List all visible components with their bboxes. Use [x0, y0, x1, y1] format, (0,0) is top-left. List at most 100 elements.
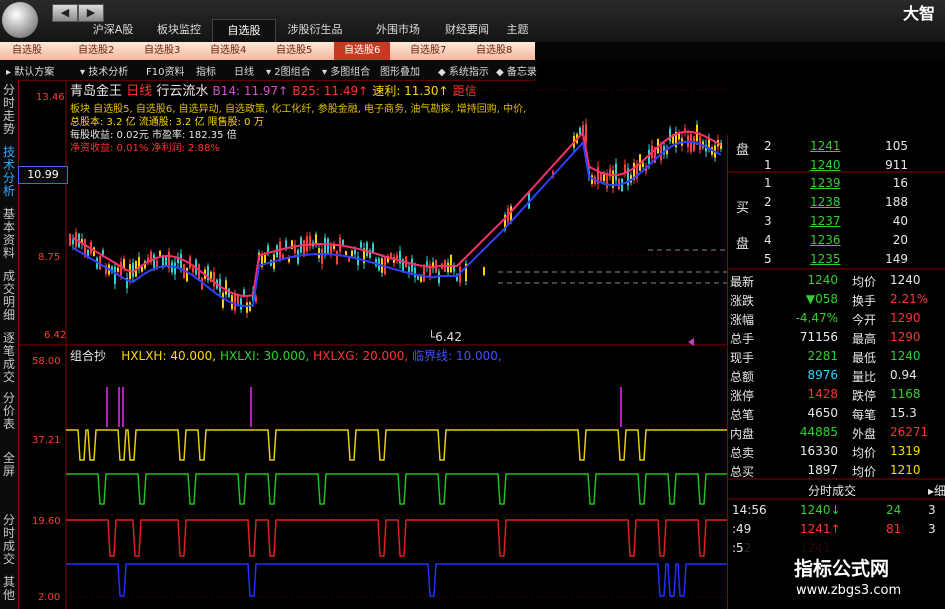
- stock-name: 青岛金王: [70, 84, 123, 99]
- rail-fundamentals[interactable]: 基本资料: [1, 208, 17, 260]
- quote-label-2: 最低: [852, 351, 877, 365]
- candle-body: [243, 289, 245, 296]
- tool-multi-chart[interactable]: ▾ 多图组合: [322, 63, 370, 78]
- bid-volume: 16: [892, 176, 908, 190]
- bid-volume: 188: [885, 195, 908, 209]
- quote-value: -4.47%: [795, 311, 838, 325]
- tick-count: 3: [928, 522, 936, 536]
- signal-bar: [620, 387, 622, 427]
- quote-label-2: 今开: [852, 313, 877, 327]
- quote-label: 内盘: [730, 427, 755, 441]
- tool-memo[interactable]: ◆ 备忘录: [496, 63, 537, 78]
- watchlist-item-7[interactable]: 自选股7: [410, 42, 446, 60]
- tool-2-chart[interactable]: ▾ 2图组合: [266, 63, 311, 78]
- bid-level: 2: [764, 195, 772, 209]
- tool-f10[interactable]: F10资料: [146, 63, 184, 78]
- tool-system-indicator[interactable]: ◆ 系统指示: [438, 63, 489, 78]
- candle-body: [255, 296, 257, 302]
- tick-expand-button[interactable]: ▸细: [928, 482, 945, 499]
- signal-bar: [122, 387, 124, 427]
- tool-indicator[interactable]: 指标: [196, 63, 216, 78]
- tab-derivatives[interactable]: 涉股衍生品: [274, 19, 356, 41]
- tick-title[interactable]: 分时成交: [808, 482, 856, 499]
- candle-body: [414, 267, 416, 278]
- brand-name: 大智: [902, 4, 935, 23]
- left-rail: 分时走势 技术分析 基本资料 成交明细 逐笔成交 分价表 全屏 分时成交 其他: [0, 80, 19, 609]
- bid-price[interactable]: 1235: [810, 252, 841, 266]
- bid-price[interactable]: 1237: [810, 214, 841, 228]
- ask-volume: 105: [885, 139, 908, 153]
- watermark-title: 指标公式网: [794, 558, 890, 580]
- candle-body: [354, 249, 356, 255]
- candle-body: [198, 264, 200, 280]
- candle-body: [603, 174, 605, 182]
- rail-tech-analysis[interactable]: 技术分析: [1, 146, 17, 198]
- candle-body: [438, 271, 440, 284]
- tab-themes[interactable]: 主题: [500, 19, 535, 41]
- bid-volume: 149: [885, 252, 908, 266]
- watchlist-item-8[interactable]: 自选股8: [476, 42, 512, 60]
- candle-body: [192, 267, 194, 273]
- quote-value-2: 1290: [890, 330, 921, 344]
- bid-side-label-1: 买: [736, 201, 750, 216]
- tick-time: :49: [732, 522, 752, 536]
- indicator-step-line: [66, 563, 727, 597]
- ma-b25: B25: 11.49↑: [292, 84, 369, 98]
- indicator-lines: [66, 387, 727, 597]
- bid-price[interactable]: 1236: [810, 233, 841, 247]
- tool-default-scheme[interactable]: ▸ 默认方案: [6, 63, 54, 78]
- candle-body: [246, 302, 248, 313]
- quote-label-2: 每笔: [852, 408, 877, 422]
- y-label-high: 13.46: [36, 92, 65, 103]
- tab-watchlist[interactable]: 自选股: [212, 19, 276, 42]
- watchlist-item-2[interactable]: 自选股2: [78, 42, 114, 60]
- back-button[interactable]: ◀: [52, 4, 78, 22]
- tool-tech-analysis[interactable]: ▾ 技术分析: [80, 63, 128, 78]
- ask-price[interactable]: 1241: [810, 139, 841, 153]
- quote-value: 1428: [807, 387, 838, 401]
- candle-body: [180, 253, 182, 269]
- tab-hushen-a[interactable]: 沪深A股: [80, 19, 146, 41]
- watchlist-item-1[interactable]: 自选股: [12, 42, 42, 60]
- quote-label-2: 均价: [852, 465, 877, 479]
- candle-body: [324, 237, 326, 255]
- rail-tick-by-tick[interactable]: 逐笔成交: [1, 332, 17, 384]
- watchlist-item-6[interactable]: 自选股6: [334, 42, 391, 60]
- candle-body: [330, 245, 332, 255]
- rail-trade-details[interactable]: 成交明细: [1, 270, 17, 322]
- tab-finance-news[interactable]: 财经要闻: [434, 19, 500, 41]
- quote-value: ▼058: [805, 292, 838, 306]
- watchlist-item-4[interactable]: 自选股4: [210, 42, 246, 60]
- candle-body: [321, 248, 323, 264]
- bid-price[interactable]: 1238: [810, 195, 841, 209]
- rail-price-table[interactable]: 分价表: [1, 392, 17, 431]
- candle-body: [213, 272, 215, 287]
- chart-area[interactable]: 13.46 10.99 8.75 6.42 └6.42 青岛金王 日线 行云流水…: [18, 80, 727, 609]
- candle-body: [411, 258, 413, 272]
- rail-other[interactable]: 其他: [1, 576, 17, 602]
- tool-overlay[interactable]: 图形叠加: [380, 63, 420, 78]
- candle-body: [234, 293, 236, 311]
- bid-level: 1: [764, 176, 772, 190]
- candle-body: [123, 259, 125, 269]
- tab-sector-monitor[interactable]: 板块监控: [146, 19, 212, 41]
- rail-intraday[interactable]: 分时走势: [1, 84, 17, 136]
- sub-chart-header: 组合抄 HXLXH: 40.000, HXLXI: 30.000, HXLXG:…: [70, 347, 502, 364]
- quote-value: 44885: [799, 425, 838, 439]
- candle-body: [222, 292, 224, 308]
- rail-intraday-trades[interactable]: 分时成交: [1, 514, 17, 566]
- ask-price[interactable]: 1240: [810, 158, 841, 172]
- watchlist-item-5[interactable]: 自选股5: [276, 42, 312, 60]
- bid-level: 3: [764, 214, 772, 228]
- tab-foreign-markets[interactable]: 外围市场: [362, 19, 434, 41]
- bid-price[interactable]: 1239: [810, 176, 841, 190]
- watermark-url: www.zbgs3.com: [796, 583, 902, 598]
- rail-fullscreen[interactable]: 全屏: [1, 452, 17, 478]
- quote-label-2: 外盘: [852, 427, 877, 441]
- watchlist-bar: 自选股 自选股2 自选股3 自选股4 自选股5 自选股6 自选股7 自选股8: [0, 42, 535, 60]
- candle-body: [114, 266, 116, 284]
- watchlist-item-3[interactable]: 自选股3: [144, 42, 180, 60]
- quote-label: 总手: [730, 332, 755, 346]
- quote-value-2: 1319: [890, 444, 921, 458]
- tool-period[interactable]: 日线: [234, 63, 254, 78]
